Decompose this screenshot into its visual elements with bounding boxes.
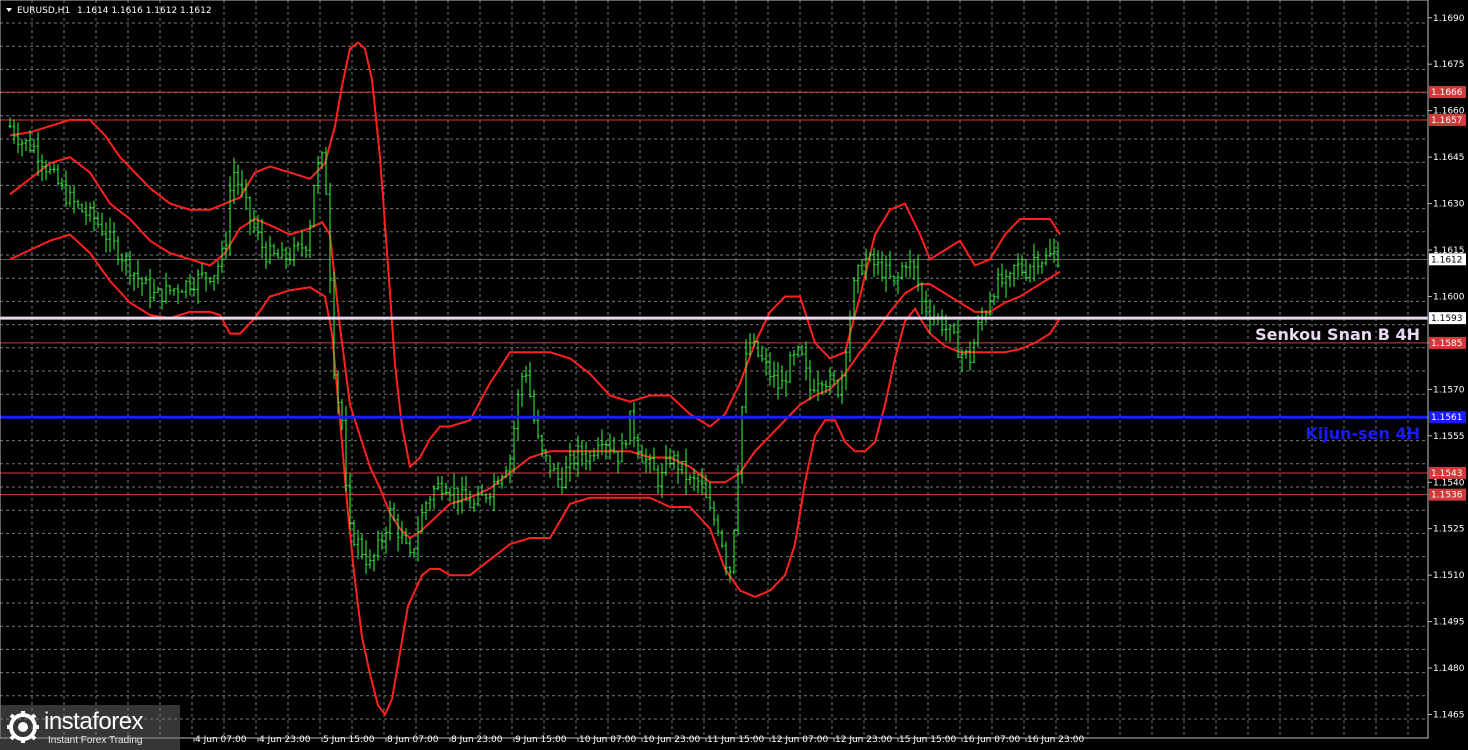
- level-tag-text: 1.1543: [1431, 469, 1463, 479]
- y-tick-label: 1.1630: [1433, 200, 1465, 210]
- y-tick-label: 1.1495: [1433, 618, 1465, 628]
- y-tick-label: 1.1570: [1433, 385, 1465, 395]
- current-price-tag-text: 1.1612: [1431, 255, 1463, 265]
- y-tick-label: 1.1465: [1433, 711, 1465, 721]
- x-tick-label: 15 Jun 15:00: [899, 735, 956, 745]
- title-bar: EURUSD,H1 1.1614 1.1616 1.1612 1.1612: [6, 6, 212, 16]
- symbol-label: EURUSD,H1: [17, 6, 70, 16]
- watermark-logo: instaforex Instant Forex Trading: [0, 705, 180, 750]
- x-tick-label: 16 Jun 23:00: [1027, 735, 1084, 745]
- y-tick-label: 1.1645: [1433, 153, 1465, 163]
- x-tick-label: 11 Jun 15:00: [707, 735, 764, 745]
- x-tick-label: 4 Jun 23:00: [259, 735, 311, 745]
- x-tick-label: 8 Jun 07:00: [387, 735, 439, 745]
- senkou-tag-text: 1.1593: [1431, 314, 1463, 324]
- level-tag-text: 1.1666: [1431, 88, 1463, 98]
- x-tick-label: 10 Jun 23:00: [643, 735, 700, 745]
- x-tick-label: 12 Jun 07:00: [771, 735, 828, 745]
- level-tag-text: 1.1657: [1431, 116, 1463, 126]
- y-tick-label: 1.1510: [1433, 571, 1465, 581]
- level-tag-text: 1.1536: [1431, 491, 1463, 501]
- kijun-tag-text: 1.1561: [1431, 413, 1463, 423]
- y-tick-label: 1.1525: [1433, 525, 1465, 535]
- x-tick-label: 4 Jun 07:00: [195, 735, 247, 745]
- y-tick-label: 1.1540: [1433, 478, 1465, 488]
- x-tick-label: 5 Jun 15:00: [323, 735, 375, 745]
- y-tick-label: 1.1480: [1433, 664, 1465, 674]
- x-tick-label: 16 Jun 07:00: [963, 735, 1020, 745]
- x-tick-label: 9 Jun 15:00: [515, 735, 567, 745]
- y-tick-label: 1.1675: [1433, 60, 1465, 70]
- x-tick-label: 10 Jun 07:00: [579, 735, 636, 745]
- x-tick-label: 8 Jun 23:00: [451, 735, 503, 745]
- ohlc-label: 1.1614 1.1616 1.1612 1.1612: [77, 6, 212, 16]
- brand-name: instaforex: [44, 708, 144, 735]
- y-tick-label: 1.1555: [1433, 432, 1465, 442]
- y-tick-label: 1.1600: [1433, 292, 1465, 302]
- gear-icon: [7, 711, 39, 743]
- kijun-sen-name: Kijun-sen 4H: [1305, 424, 1420, 443]
- level-tag-text: 1.1585: [1431, 339, 1463, 349]
- brand-tagline: Instant Forex Trading: [48, 735, 143, 746]
- x-tick-label: 12 Jun 23:00: [835, 735, 892, 745]
- price-chart[interactable]: 1.16901.16751.16601.16451.16301.16151.16…: [0, 0, 1468, 750]
- y-tick-label: 1.1690: [1433, 14, 1465, 24]
- senkou-span-b-name: Senkou Snan B 4H: [1255, 325, 1420, 344]
